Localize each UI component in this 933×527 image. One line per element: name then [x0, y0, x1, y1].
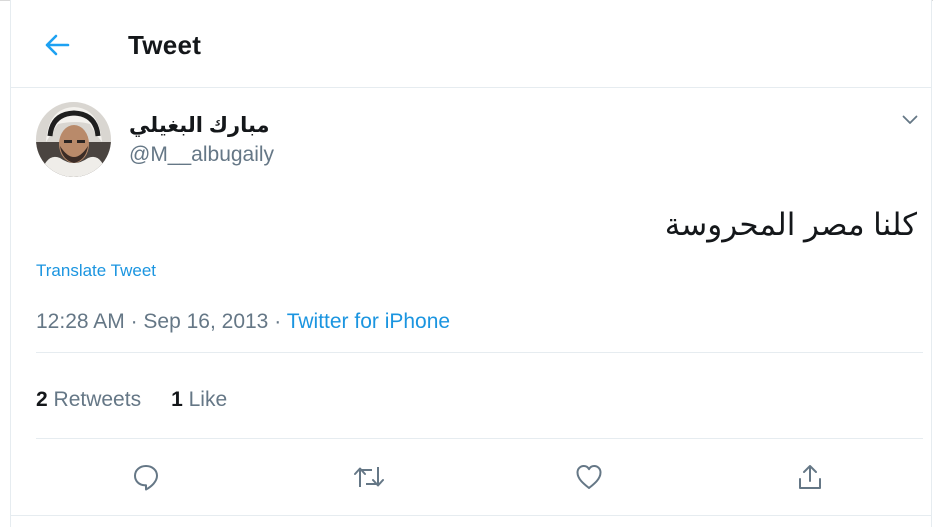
share-icon: [799, 465, 821, 489]
likes-count: 1: [171, 388, 183, 411]
tweet-metadata: 12:28 AM · Sep 16, 2013 · Twitter for iP…: [36, 310, 450, 334]
likes-stat[interactable]: 1 Like: [171, 388, 227, 411]
tweet-date[interactable]: Sep 16, 2013: [143, 310, 268, 333]
divider: [36, 352, 923, 353]
tweet-menu-button[interactable]: [897, 107, 923, 133]
heart-icon: [576, 465, 602, 489]
meta-separator: ·: [130, 310, 138, 333]
back-button[interactable]: [39, 27, 75, 63]
avatar[interactable]: [36, 102, 111, 177]
retweets-count: 2: [36, 388, 48, 411]
reply-icon: [134, 465, 158, 491]
arrow-left-icon: [45, 34, 70, 56]
tweet-text: كلنا مصر المحروسة: [664, 207, 917, 242]
tweet-page: Tweet مبارك البغيلي @M__albugaily كلنا م…: [10, 0, 932, 527]
tweet-stats: 2 Retweets 1 Like: [36, 388, 227, 412]
retweets-label: Retweets: [53, 388, 142, 411]
author-handle[interactable]: @M__albugaily: [129, 143, 274, 167]
tweet-time[interactable]: 12:28 AM: [36, 310, 125, 333]
divider: [36, 438, 923, 439]
reply-button[interactable]: [124, 455, 168, 499]
tweet-actions: [11, 455, 931, 499]
retweets-stat[interactable]: 2 Retweets: [36, 388, 141, 411]
retweet-icon: [354, 467, 384, 487]
bottom-border: [11, 515, 931, 516]
author-display-name[interactable]: مبارك البغيلي: [129, 113, 270, 138]
share-button[interactable]: [788, 455, 832, 499]
tweet-source-link[interactable]: Twitter for iPhone: [287, 310, 450, 333]
page-header: Tweet: [11, 0, 931, 88]
user-avatar: [36, 102, 111, 177]
likes-label: Like: [188, 388, 228, 411]
meta-separator: ·: [274, 310, 282, 333]
page-title: Tweet: [128, 30, 202, 60]
like-button[interactable]: [567, 455, 611, 499]
chevron-down-icon: [902, 115, 918, 124]
retweet-button[interactable]: [347, 455, 391, 499]
translate-tweet-link[interactable]: Translate Tweet: [36, 261, 156, 281]
